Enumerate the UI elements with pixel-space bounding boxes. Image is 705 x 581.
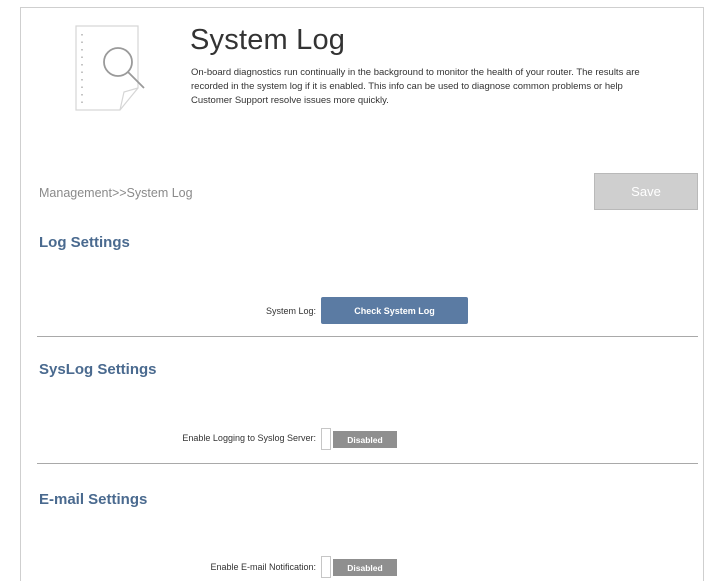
page-title: System Log [190,24,346,56]
divider [37,463,698,464]
system-log-label: System Log: [265,306,316,316]
save-button[interactable]: Save [594,173,698,210]
section-title-email-settings: E-mail Settings [39,491,148,508]
syslog-enable-label: Enable Logging to Syslog Server: [182,433,316,443]
syslog-enable-toggle[interactable]: Disabled [321,428,397,450]
toggle-knob [321,428,331,450]
page-description: On-board diagnostics run continually in … [191,67,640,106]
check-system-log-button[interactable]: Check System Log [321,297,468,324]
toggle-state-label: Disabled [333,431,397,448]
email-enable-label: Enable E-mail Notification: [210,562,316,572]
log-search-icon [75,25,145,111]
toggle-knob [321,556,331,578]
toggle-state-label: Disabled [333,559,397,576]
breadcrumb: Management>>System Log [39,186,193,200]
email-enable-toggle[interactable]: Disabled [321,556,397,578]
section-title-syslog-settings: SysLog Settings [39,361,157,378]
section-title-log-settings: Log Settings [39,234,130,251]
divider [37,336,698,337]
